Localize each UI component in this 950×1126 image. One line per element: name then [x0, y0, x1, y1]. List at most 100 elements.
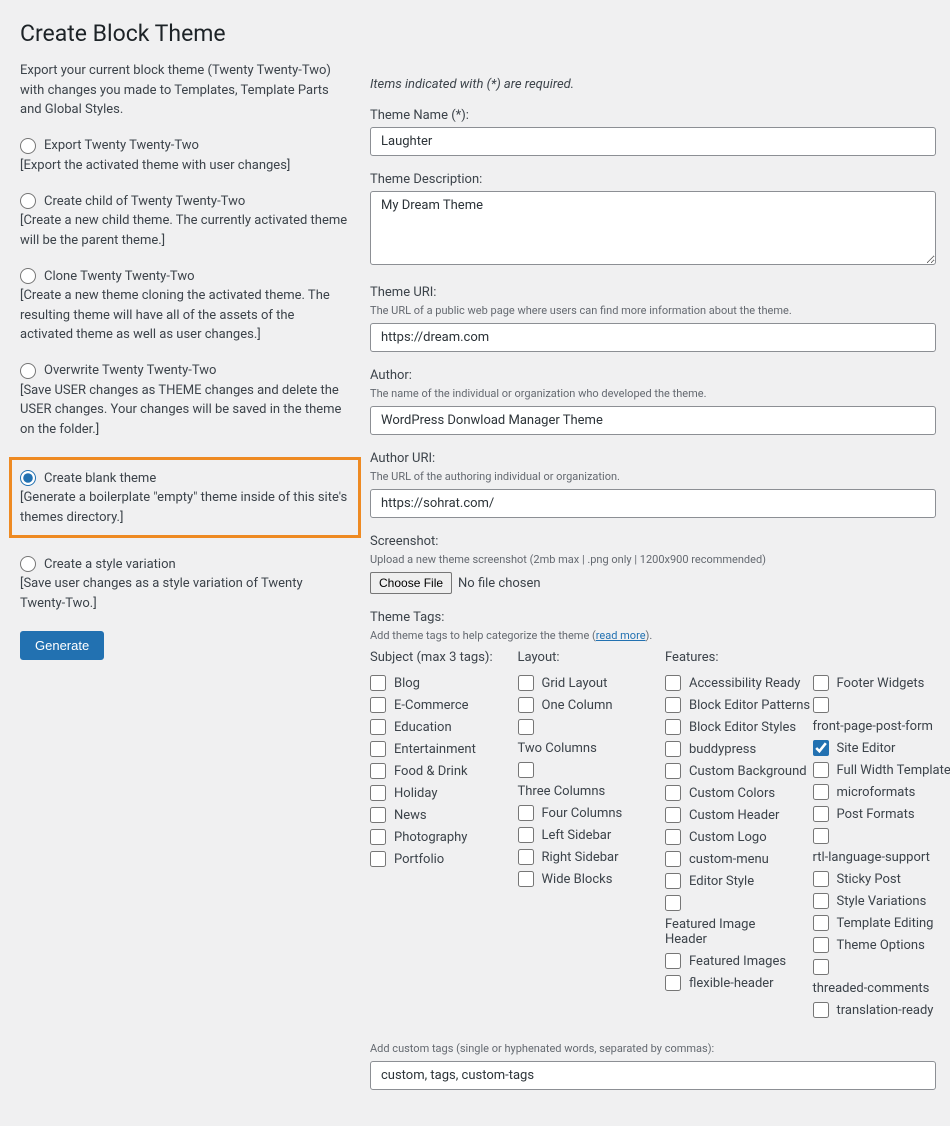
generate-button[interactable]: Generate [20, 631, 104, 660]
tag-checkbox[interactable] [518, 849, 534, 865]
tag-label[interactable]: buddypress [689, 742, 756, 757]
tag-checkbox[interactable] [370, 697, 386, 713]
tag-label[interactable]: Custom Colors [689, 786, 775, 801]
tag-label[interactable]: custom-menu [689, 852, 769, 867]
tag-label[interactable]: Footer Widgets [837, 676, 925, 691]
tag-checkbox[interactable] [665, 785, 681, 801]
option-label[interactable]: Export Twenty Twenty-Two [44, 138, 199, 153]
tag-label[interactable]: rtl-language-support [813, 850, 937, 865]
tag-checkbox[interactable] [813, 915, 829, 931]
tag-checkbox[interactable] [518, 827, 534, 843]
tag-checkbox[interactable] [370, 785, 386, 801]
tag-label[interactable]: Custom Background [689, 764, 807, 779]
tag-checkbox[interactable] [518, 762, 534, 778]
tag-label[interactable]: Site Editor [837, 741, 896, 756]
tag-label[interactable]: microformats [837, 785, 916, 800]
choose-file-button[interactable]: Choose File [370, 572, 452, 594]
tag-checkbox[interactable] [370, 675, 386, 691]
tag-checkbox[interactable] [370, 807, 386, 823]
tag-label[interactable]: One Column [542, 698, 613, 713]
tag-label[interactable]: Blog [394, 676, 420, 691]
tag-checkbox[interactable] [813, 1002, 829, 1018]
tag-checkbox[interactable] [813, 697, 829, 713]
tag-label[interactable]: Block Editor Styles [689, 720, 796, 735]
tag-checkbox[interactable] [813, 937, 829, 953]
tag-checkbox[interactable] [665, 763, 681, 779]
author-input[interactable] [370, 406, 936, 435]
custom-tags-input[interactable] [370, 1061, 936, 1090]
tag-label[interactable]: front-page-post-form [813, 719, 937, 734]
tag-label[interactable]: Featured Image Header [665, 917, 789, 947]
tag-checkbox[interactable] [665, 807, 681, 823]
tag-label[interactable]: Grid Layout [542, 676, 608, 691]
tag-checkbox[interactable] [665, 873, 681, 889]
tag-checkbox[interactable] [813, 675, 829, 691]
tag-checkbox[interactable] [813, 828, 829, 844]
theme-name-input[interactable] [370, 127, 936, 156]
tag-label[interactable]: Theme Options [837, 938, 925, 953]
tag-checkbox[interactable] [665, 851, 681, 867]
tag-checkbox[interactable] [370, 851, 386, 867]
option-radio[interactable] [20, 268, 36, 284]
tag-label[interactable]: threaded-comments [813, 981, 937, 996]
option-radio[interactable] [20, 138, 36, 154]
tag-label[interactable]: Custom Header [689, 808, 779, 823]
option-radio[interactable] [20, 470, 36, 486]
tag-label[interactable]: Featured Images [689, 954, 786, 969]
tag-checkbox[interactable] [518, 871, 534, 887]
option-label[interactable]: Overwrite Twenty Twenty-Two [44, 363, 216, 378]
tag-label[interactable]: translation-ready [837, 1003, 934, 1018]
tag-label[interactable]: Block Editor Patterns [689, 698, 810, 713]
tag-checkbox[interactable] [518, 697, 534, 713]
tag-checkbox[interactable] [665, 697, 681, 713]
tag-label[interactable]: Accessibility Ready [689, 676, 800, 691]
tag-label[interactable]: Template Editing [837, 916, 934, 931]
tag-checkbox[interactable] [665, 975, 681, 991]
tag-label[interactable]: Portfolio [394, 852, 444, 867]
tag-checkbox[interactable] [665, 953, 681, 969]
tag-label[interactable]: Sticky Post [837, 872, 901, 887]
author-uri-input[interactable] [370, 489, 936, 518]
tag-label[interactable]: Post Formats [837, 807, 915, 822]
tag-label[interactable]: flexible-header [689, 976, 774, 991]
tag-label[interactable]: News [394, 808, 427, 823]
option-radio[interactable] [20, 193, 36, 209]
tag-checkbox[interactable] [813, 762, 829, 778]
tag-checkbox[interactable] [518, 805, 534, 821]
tag-label[interactable]: Right Sidebar [542, 850, 619, 865]
tag-checkbox[interactable] [370, 741, 386, 757]
tag-label[interactable]: Wide Blocks [542, 872, 613, 887]
tag-checkbox[interactable] [813, 784, 829, 800]
tag-checkbox[interactable] [370, 719, 386, 735]
tag-checkbox[interactable] [370, 829, 386, 845]
tag-label[interactable]: Left Sidebar [542, 828, 612, 843]
tag-checkbox[interactable] [813, 806, 829, 822]
option-label[interactable]: Create a style variation [44, 557, 176, 572]
tag-checkbox[interactable] [813, 959, 829, 975]
tag-label[interactable]: Two Columns [518, 741, 642, 756]
tag-label[interactable]: Education [394, 720, 452, 735]
option-label[interactable]: Create child of Twenty Twenty-Two [44, 194, 245, 209]
tag-label[interactable]: Three Columns [518, 784, 642, 799]
tag-checkbox[interactable] [665, 741, 681, 757]
tag-checkbox[interactable] [665, 675, 681, 691]
tag-checkbox[interactable] [813, 893, 829, 909]
tag-label[interactable]: Food & Drink [394, 764, 468, 779]
tag-label[interactable]: Holiday [394, 786, 437, 801]
option-radio[interactable] [20, 363, 36, 379]
tag-label[interactable]: E-Commerce [394, 698, 469, 713]
tag-label[interactable]: Four Columns [542, 806, 623, 821]
tag-checkbox[interactable] [518, 675, 534, 691]
tag-label[interactable]: Entertainment [394, 742, 476, 757]
theme-desc-input[interactable] [370, 191, 936, 265]
tag-label[interactable]: Photography [394, 830, 467, 845]
option-label[interactable]: Create blank theme [44, 471, 156, 486]
option-radio[interactable] [20, 556, 36, 572]
tag-checkbox[interactable] [370, 763, 386, 779]
tag-checkbox[interactable] [665, 895, 681, 911]
tag-checkbox[interactable] [813, 740, 829, 756]
tag-label[interactable]: Editor Style [689, 874, 754, 889]
theme-uri-input[interactable] [370, 323, 936, 352]
tag-label[interactable]: Style Variations [837, 894, 927, 909]
tag-checkbox[interactable] [813, 871, 829, 887]
